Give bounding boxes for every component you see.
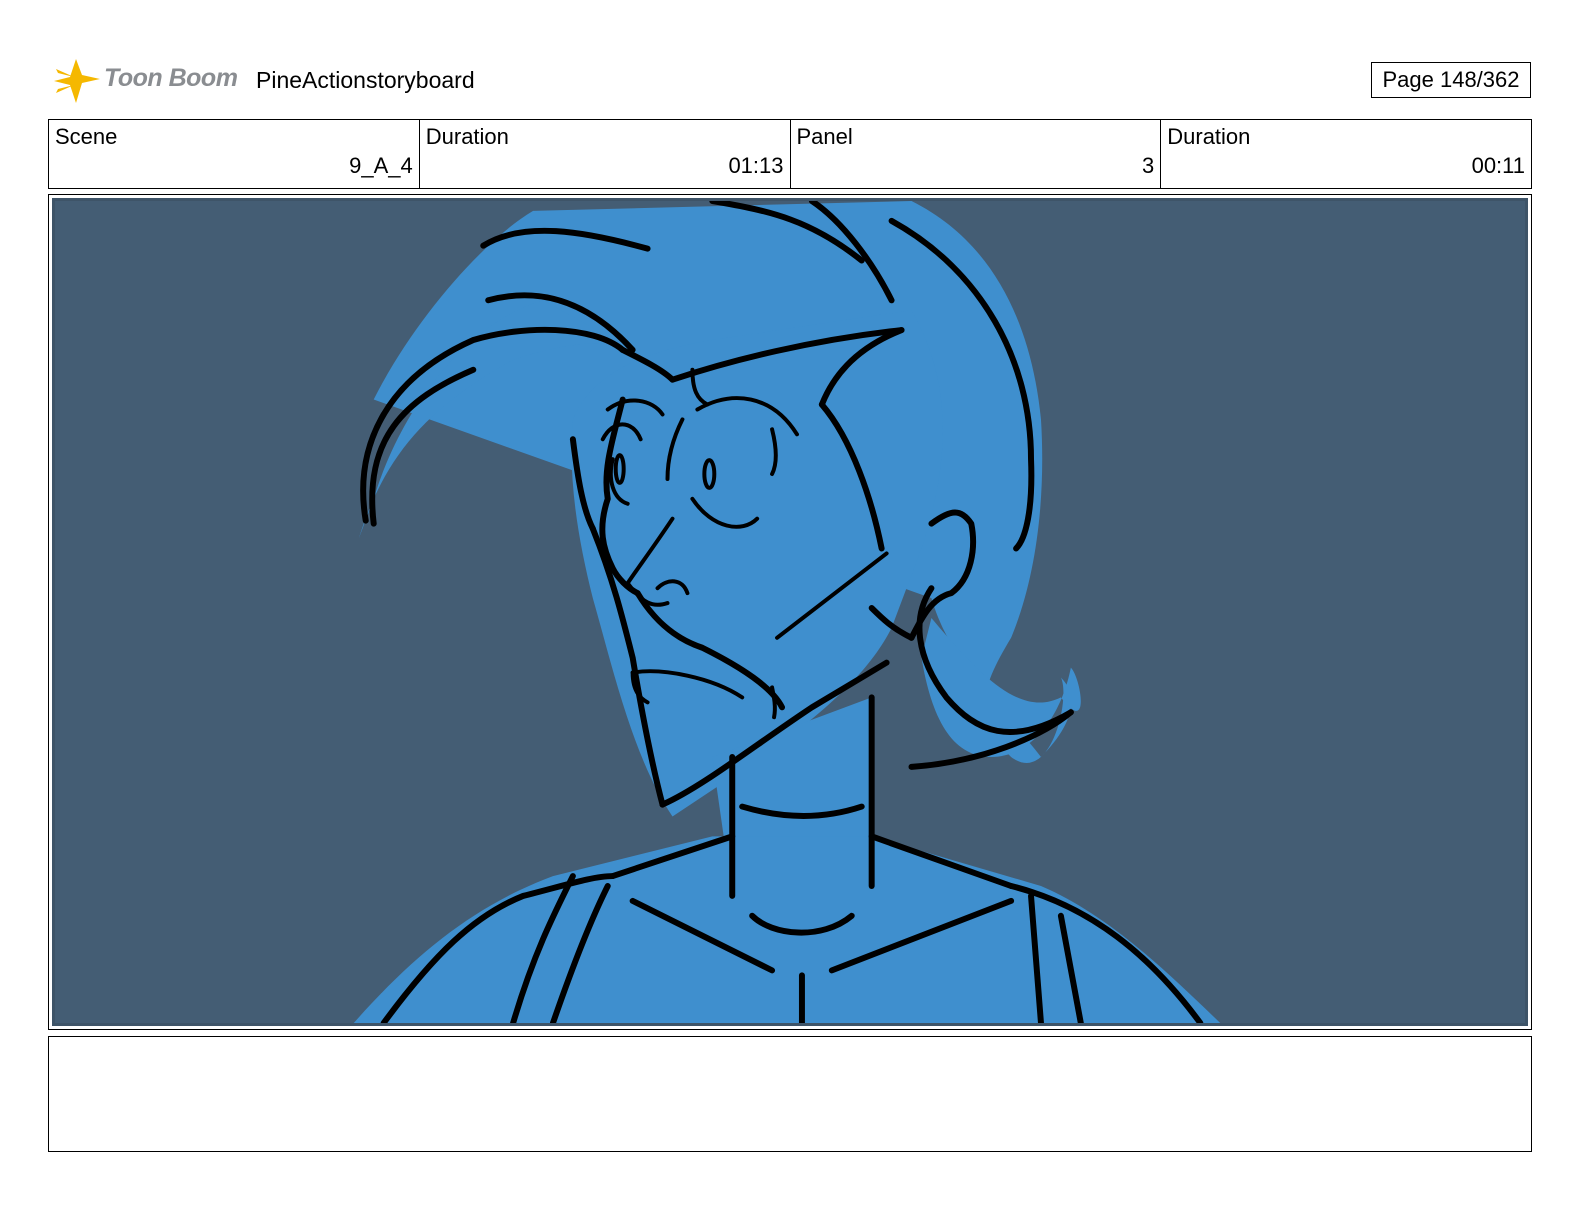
- character-sketch-icon: [353, 201, 1221, 1023]
- scene-duration-value: 01:13: [728, 153, 784, 178]
- scene-value: 9_A_4: [349, 153, 413, 178]
- panel-label: Panel: [796, 124, 853, 149]
- panel-duration-value: 00:11: [1471, 153, 1525, 178]
- scene-duration-label: Duration: [425, 124, 509, 149]
- panel-duration-label: Duration: [1167, 124, 1251, 149]
- page-indicator: Page 148/362: [1371, 62, 1531, 98]
- scene-label: Scene: [55, 124, 118, 149]
- panel-image: [52, 198, 1528, 1026]
- info-row: Scene 9_A_4 Duration 01:13 Panel 3 Durat…: [48, 119, 1532, 189]
- scene-cell: Scene 9_A_4: [49, 120, 420, 188]
- logo-text: Toon Boom: [104, 64, 238, 92]
- notes-box: [48, 1036, 1532, 1152]
- project-title: PineActionstoryboard: [256, 67, 475, 93]
- panel-value: 3: [1142, 153, 1155, 178]
- scene-duration-cell: Duration 01:13: [420, 120, 791, 188]
- panel-duration-cell: Duration 00:11: [1161, 120, 1531, 188]
- panel-cell: Panel 3: [791, 120, 1162, 188]
